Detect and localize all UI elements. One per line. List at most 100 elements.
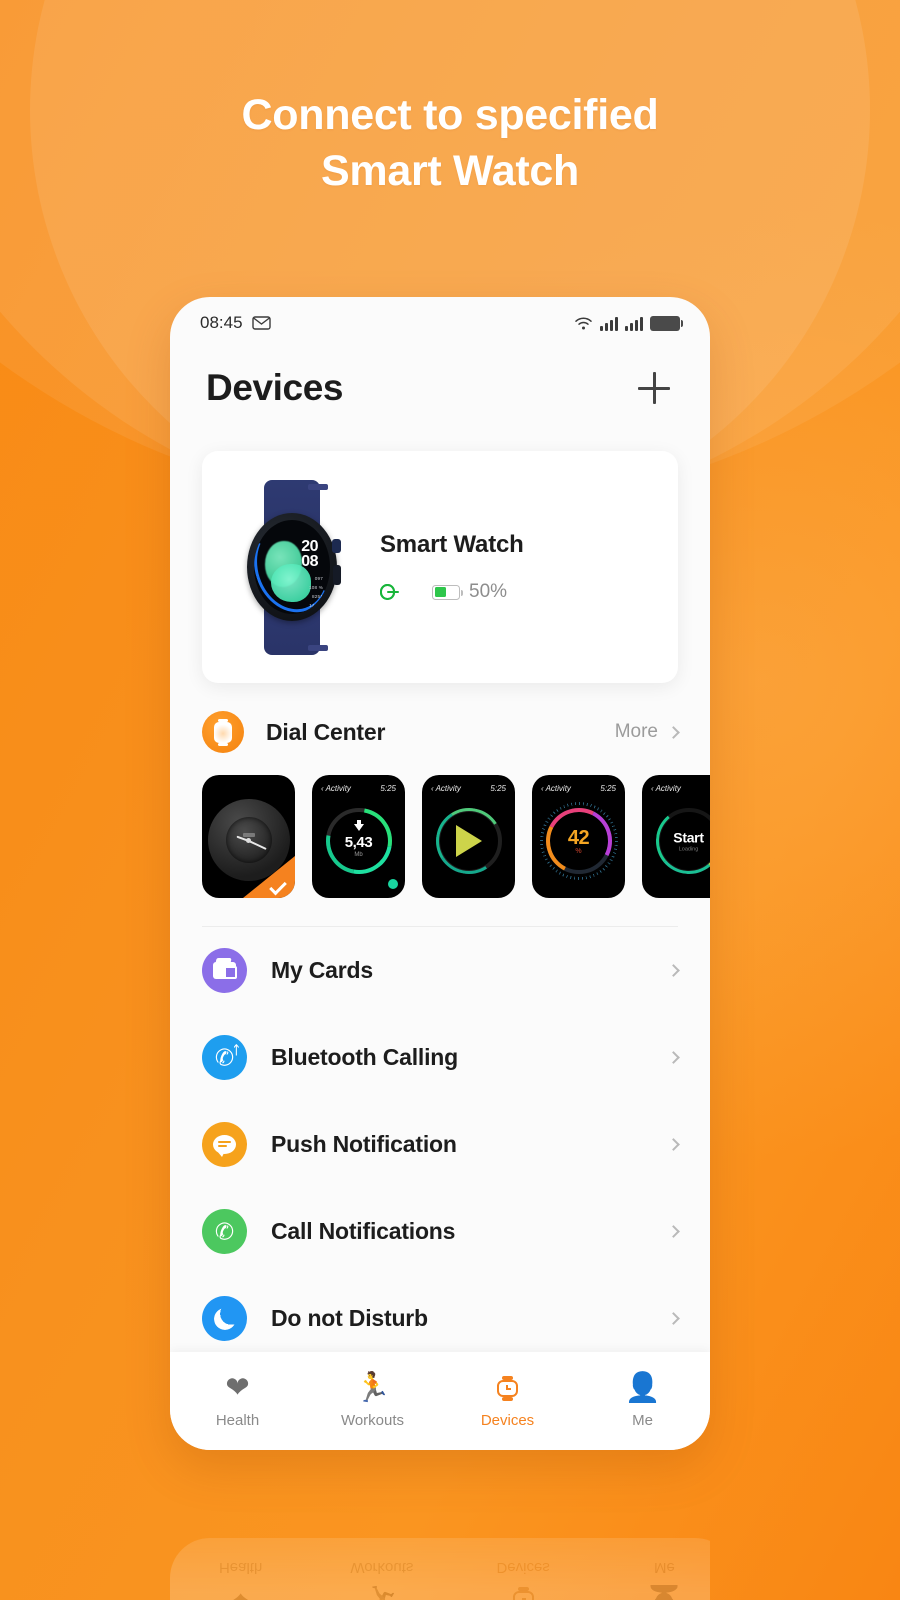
- device-card[interactable]: 20 08 097 108 % 8251 14645 Smart Watch 5…: [202, 451, 678, 683]
- watch-face-thumbnail-count[interactable]: Activity 5:25 42 %: [532, 775, 625, 898]
- watch-face-thumbnail-download[interactable]: Activity 5:25 5,43 Mb: [312, 775, 405, 898]
- analog-hub: [246, 837, 251, 843]
- tab-label: Devices: [480, 1411, 535, 1429]
- start-sublabel: Loading: [678, 846, 699, 853]
- tab-health[interactable]: ❤ Health: [170, 1374, 305, 1429]
- start-label: Start: [673, 829, 704, 846]
- dial-center-title: Dial Center: [266, 718, 386, 745]
- dial-center-header: Dial Center More: [170, 683, 710, 753]
- heart-icon: ❤: [225, 1372, 250, 1404]
- battery-icon: [650, 315, 683, 331]
- ring-center: [436, 825, 502, 858]
- menu-item-push-notification[interactable]: Push Notification: [202, 1101, 680, 1188]
- watch-face-stat-3: 14645: [309, 602, 323, 608]
- watch-strap-notch-bottom: [308, 644, 328, 651]
- watch-face-stat-2: 8251: [311, 593, 323, 599]
- thumb-header: Activity 5:25: [321, 784, 396, 793]
- thumb-header: Activity 5:25: [541, 784, 616, 793]
- chevron-right-icon: [667, 1051, 680, 1064]
- person-icon: 👤: [646, 1584, 683, 1600]
- tab-devices[interactable]: Devices: [453, 1560, 594, 1600]
- count-unit: %: [575, 848, 582, 856]
- person-icon: 👤: [624, 1372, 661, 1404]
- tab-label: Health: [215, 1411, 260, 1429]
- dial-center-carousel[interactable]: Activity 5:25 5,43 Mb Activity 5:25: [170, 753, 710, 898]
- watch-face-time: 20 08: [301, 537, 318, 570]
- progress-ring: [429, 802, 508, 881]
- runner-icon: 🏃: [354, 1372, 391, 1404]
- ring-center: 5,43 Mb: [326, 820, 392, 859]
- play-icon: [455, 825, 482, 858]
- menu-item-my-cards[interactable]: My Cards: [202, 927, 680, 1014]
- watch-crown: [332, 538, 341, 553]
- tab-me[interactable]: 👤 Me: [575, 1374, 710, 1429]
- menu-item-bluetooth-calling[interactable]: ᛏ Bluetooth Calling: [202, 1014, 680, 1101]
- analog-logo: [242, 832, 255, 837]
- settings-menu: My Cards ᛏ Bluetooth Calling Push Notifi…: [170, 927, 710, 1362]
- battery-percent-label: 50%: [469, 581, 508, 602]
- promo-headline-line2: Smart Watch: [321, 146, 579, 195]
- menu-item-label: My Cards: [271, 957, 373, 983]
- ring-center: Start Loading: [656, 830, 711, 853]
- tab-me[interactable]: 👤 Me: [594, 1560, 710, 1600]
- device-status: 50%: [380, 581, 524, 603]
- menu-item-label: Bluetooth Calling: [271, 1044, 458, 1070]
- watch-icon: [497, 1374, 518, 1404]
- page-header: Devices: [170, 349, 710, 419]
- smart-watch-image: 20 08 097 108 % 8251 14645: [238, 479, 344, 655]
- menu-item-label: Call Notifications: [271, 1218, 456, 1244]
- thumb-header: Activity 5:25: [431, 784, 506, 793]
- download-unit: Mb: [354, 852, 363, 859]
- thumb-header-label: Activity: [321, 784, 351, 793]
- dial-center-more-button[interactable]: More: [614, 721, 680, 743]
- phone-mockup: 08:45 Devices: [170, 297, 710, 1450]
- thumb-header-label: Activity: [651, 784, 681, 793]
- signal-bars-icon: [600, 316, 618, 331]
- phone-mockup: 08:45 Devices: [170, 1538, 710, 1600]
- menu-item-label: Push Notification: [271, 1131, 457, 1157]
- runner-icon: 🏃: [363, 1584, 400, 1600]
- selected-corner: [243, 856, 295, 898]
- status-bar-time: 08:45: [200, 313, 243, 332]
- menu-item-do-not-disturb[interactable]: Do not Disturb: [202, 1275, 680, 1362]
- tab-workouts[interactable]: 🏃 Workouts: [305, 1374, 440, 1429]
- watch-face-thumbnail-play[interactable]: Activity 5:25: [422, 775, 515, 898]
- tab-workouts[interactable]: 🏃 Workouts: [311, 1560, 452, 1600]
- watch-icon: [512, 1585, 534, 1600]
- chevron-right-icon: [667, 1312, 680, 1325]
- wallet-icon: [202, 948, 247, 993]
- tab-devices[interactable]: Devices: [440, 1374, 575, 1429]
- watch-face-thumbnail-analog[interactable]: [202, 775, 295, 898]
- watch-face-icon: [202, 711, 244, 753]
- heart-icon: ❤: [228, 1584, 253, 1600]
- progress-ring: 42 %: [536, 799, 621, 883]
- watch-strap-notch-top: [308, 483, 328, 490]
- thumb-header: Activity: [651, 784, 710, 793]
- chat-bubble-icon: [202, 1122, 247, 1167]
- wifi-icon: [575, 317, 592, 329]
- download-value: 5,43: [344, 834, 373, 852]
- tab-label: Devices: [496, 1559, 550, 1577]
- page-title: Devices: [206, 367, 344, 408]
- watch-face-stat-0: 097: [314, 575, 323, 581]
- phone-reflection: 08:45 Devices: [170, 1450, 710, 1600]
- chevron-right-icon: [667, 1138, 680, 1151]
- menu-item-call-notifications[interactable]: Call Notifications: [202, 1188, 680, 1275]
- plus-icon[interactable]: [634, 368, 674, 408]
- device-battery: 50%: [432, 581, 507, 603]
- watch-face-thumbnail-start[interactable]: Activity Start Loading: [642, 775, 710, 898]
- tab-label: Me: [632, 1411, 653, 1429]
- phone-icon: [202, 1209, 247, 1254]
- thumb-header-time: 5:25: [380, 784, 396, 793]
- watch-face-stat-1: 108 %: [308, 584, 323, 590]
- promo-headline: Connect to specified Smart Watch: [0, 88, 900, 200]
- watch-face-hours: 20: [301, 537, 318, 555]
- bottom-tab-bar: ❤ Health 🏃 Workouts Devices 👤 Me: [170, 1352, 710, 1450]
- tab-label: Workouts: [340, 1411, 405, 1429]
- progress-ring: Start Loading: [652, 805, 711, 878]
- thumb-header-label: Activity: [431, 784, 461, 793]
- tab-health[interactable]: ❤ Health: [170, 1560, 311, 1600]
- watch-case: 20 08 097 108 % 8251 14645: [247, 512, 341, 621]
- dial-center-more-label: More: [614, 721, 658, 742]
- chevron-right-icon: [667, 725, 680, 739]
